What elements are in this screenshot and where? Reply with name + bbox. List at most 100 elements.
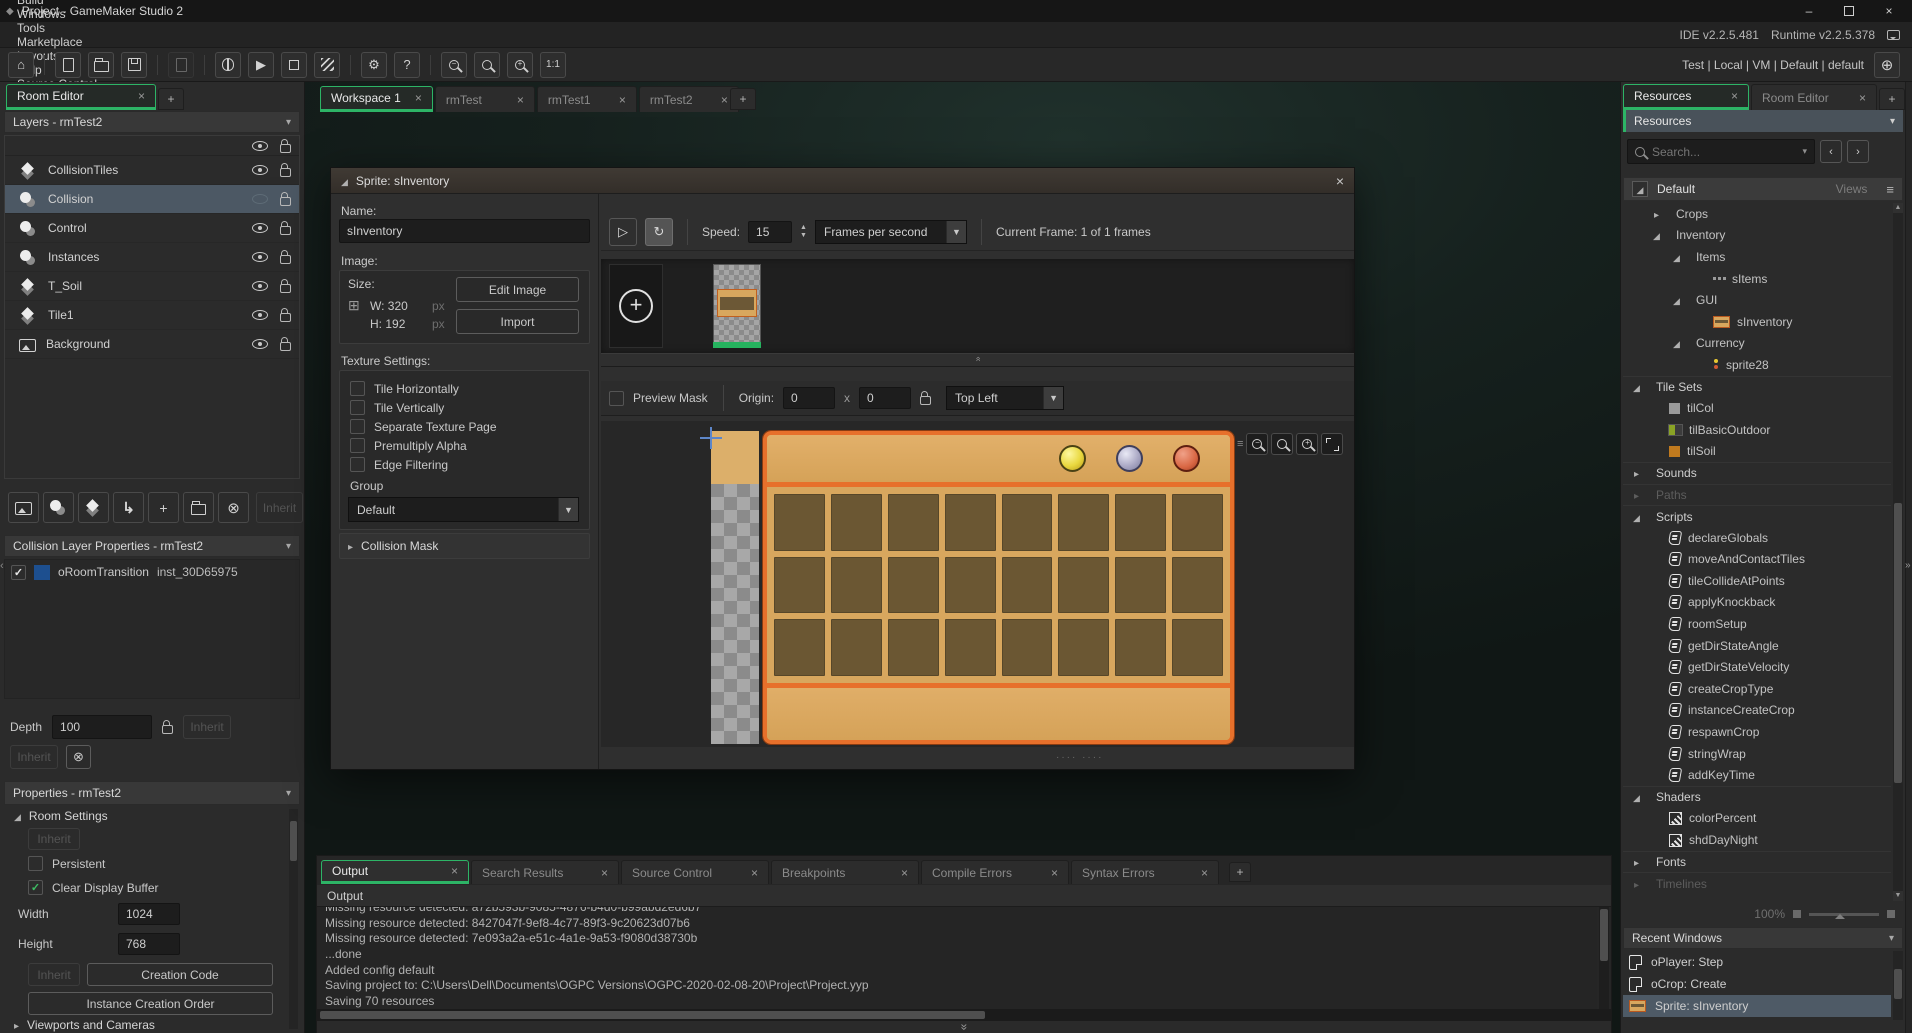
tree-row[interactable]: instanceCreateCrop <box>1623 700 1891 722</box>
tree-row[interactable]: tilSoil <box>1623 441 1891 463</box>
tab-room-editor-right[interactable]: Room Editor × <box>1751 84 1877 110</box>
workspace-tab[interactable]: rmTest2 × <box>639 86 739 112</box>
group-dropdown[interactable]: Default ▼ <box>348 497 579 522</box>
visibility-eye-icon[interactable] <box>252 194 268 204</box>
nav-forward-button[interactable]: › <box>1847 140 1869 163</box>
add-path-layer-button[interactable]: ↳ <box>113 492 144 523</box>
close-icon[interactable]: × <box>737 866 758 880</box>
add-asset-layer-button[interactable]: + <box>148 492 179 523</box>
instance-color-swatch[interactable] <box>34 565 50 580</box>
tree-row[interactable]: tilCol <box>1623 397 1891 419</box>
tree-row[interactable]: getDirStateVelocity <box>1623 656 1891 678</box>
recent-window-row[interactable]: oCrop: Create <box>1623 973 1891 995</box>
tree-row[interactable]: GUI <box>1623 289 1891 311</box>
maximize-button[interactable] <box>1842 4 1856 19</box>
help-button[interactable]: ? <box>394 52 420 78</box>
speed-stepper[interactable]: ▲▼ <box>800 224 807 239</box>
output-tab[interactable]: Search Results × <box>471 860 619 884</box>
canvas-zoom-in-button[interactable]: + <box>1296 433 1318 455</box>
tree-row[interactable]: applyKnockback <box>1623 592 1891 614</box>
output-tab[interactable]: Output × <box>321 860 469 884</box>
visibility-eye-icon[interactable] <box>252 310 268 320</box>
layer-row[interactable]: Instances <box>5 243 299 272</box>
layer-row[interactable]: Background <box>5 330 299 359</box>
close-icon[interactable]: × <box>1037 866 1058 880</box>
workspace-tab[interactable]: rmTest1 × <box>537 86 637 112</box>
lock-icon[interactable] <box>280 226 291 235</box>
room-properties-header[interactable]: Properties - rmTest2 ▾ <box>4 781 300 805</box>
settings-button[interactable]: ⚙ <box>361 52 387 78</box>
search-input-wrap[interactable]: ▾ <box>1627 139 1815 164</box>
texture-option-checkbox[interactable] <box>350 400 365 415</box>
canvas-fit-button[interactable] <box>1321 433 1343 455</box>
add-instance-layer-button[interactable] <box>43 492 74 523</box>
create-executable-button[interactable] <box>168 52 194 78</box>
close-icon[interactable]: × <box>1187 866 1208 880</box>
scroll-down-icon[interactable]: ▼ <box>1893 891 1903 901</box>
tree-row[interactable]: sInventory <box>1623 311 1891 333</box>
workspace-tab[interactable]: rmTest × <box>435 86 535 112</box>
tree-row[interactable]: Sounds <box>1623 462 1891 484</box>
layers-header[interactable]: Layers - rmTest2 ▾ <box>4 111 300 133</box>
target-config[interactable]: Test | Local | VM | Default | default <box>1682 58 1864 72</box>
close-icon[interactable]: × <box>887 866 908 880</box>
close-icon[interactable]: × <box>124 89 145 103</box>
speed-input[interactable]: 15 <box>748 221 792 243</box>
close-icon[interactable]: × <box>1717 89 1738 103</box>
output-vertical-scrollbar[interactable] <box>1599 907 1609 1009</box>
canvas-zoom-reset-button[interactable] <box>1271 433 1293 455</box>
persistent-checkbox[interactable] <box>28 856 43 871</box>
menu-item[interactable]: Marketplace <box>4 35 110 49</box>
menu-item[interactable]: Tools <box>4 21 110 35</box>
loop-button[interactable]: ↻ <box>645 218 673 246</box>
close-icon[interactable]: × <box>503 93 524 107</box>
origin-mode-dropdown[interactable]: Top Left ▼ <box>946 386 1064 410</box>
output-horizontal-scrollbar[interactable] <box>317 1009 1611 1021</box>
expand-icon[interactable] <box>14 809 21 823</box>
zoom-reset-button[interactable] <box>474 52 500 78</box>
instance-row[interactable]: ✓ oRoomTransition inst_30D65975 <box>5 560 299 584</box>
stop-button[interactable] <box>281 52 307 78</box>
tree-row[interactable]: Shaders <box>1623 786 1891 808</box>
layer-row[interactable]: T_Soil <box>5 272 299 301</box>
scroll-up-icon[interactable]: ▲ <box>1893 203 1903 213</box>
lock-icon[interactable] <box>280 255 291 264</box>
frame-strip-splitter[interactable]: » <box>601 353 1354 367</box>
creation-code-button[interactable]: Creation Code <box>87 963 273 986</box>
resize-icon[interactable]: ⊞ <box>348 297 360 314</box>
close-icon[interactable]: × <box>605 93 626 107</box>
clear-inherit-button[interactable]: ⊗ <box>66 745 91 769</box>
add-tab-button[interactable]: + <box>158 88 184 110</box>
visibility-eye-icon[interactable] <box>252 165 268 175</box>
tree-row[interactable]: Timelines <box>1623 872 1891 894</box>
hamburger-icon[interactable]: ≡ <box>1886 182 1894 197</box>
inherit-button[interactable]: Inherit <box>10 745 58 769</box>
collision-mask-section[interactable]: Collision Mask <box>339 533 590 559</box>
tree-row[interactable]: Fonts <box>1623 851 1891 873</box>
actual-size-button[interactable]: 1:1 <box>540 52 566 78</box>
add-frame-button[interactable]: + <box>609 264 663 348</box>
tree-row[interactable]: sItems <box>1623 268 1891 290</box>
tree-marker-icon[interactable] <box>1631 380 1642 394</box>
visibility-eye-icon[interactable] <box>252 252 268 262</box>
menu-item[interactable]: Windows <box>4 7 110 21</box>
lock-icon[interactable] <box>280 168 291 177</box>
texture-option-checkbox[interactable] <box>350 457 365 472</box>
resource-root-row[interactable]: Default Views ≡ <box>1623 177 1903 201</box>
new-project-button[interactable] <box>55 52 81 78</box>
layer-row[interactable]: Collision <box>5 185 299 214</box>
texture-option-checkbox[interactable] <box>350 381 365 396</box>
tree-marker-icon[interactable] <box>1631 790 1642 804</box>
tree-marker-icon[interactable] <box>1651 228 1662 242</box>
origin-y-input[interactable]: 0 <box>859 387 911 409</box>
tree-row[interactable]: respawnCrop <box>1623 721 1891 743</box>
tree-marker-icon[interactable] <box>1671 336 1682 350</box>
tree-row[interactable]: Scripts <box>1623 505 1891 527</box>
add-layer-folder-button[interactable] <box>183 492 214 523</box>
origin-lock-icon[interactable] <box>920 396 931 405</box>
visibility-eye-icon[interactable] <box>252 281 268 291</box>
tree-row[interactable]: Crops <box>1623 203 1891 225</box>
tree-row[interactable]: Paths <box>1623 484 1891 506</box>
room-inherit-button[interactable]: Inherit <box>28 828 80 850</box>
minimize-button[interactable]: – <box>1802 4 1816 19</box>
